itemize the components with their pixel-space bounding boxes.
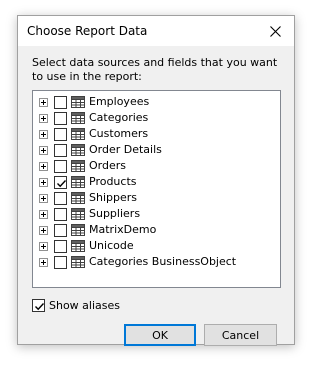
plus-expander-icon[interactable] xyxy=(39,194,48,203)
tree-item-label: Employees xyxy=(89,95,150,108)
table-icon xyxy=(71,208,85,220)
ok-button[interactable]: OK xyxy=(124,324,196,346)
item-checkbox[interactable] xyxy=(54,256,67,269)
tree-item[interactable]: MatrixDemo xyxy=(33,222,280,238)
tree-item-label: Categories BusinessObject xyxy=(89,255,237,268)
show-aliases-label: Show aliases xyxy=(49,299,121,312)
instructions-text: Select data sources and fields that you … xyxy=(32,56,278,83)
tree-item[interactable]: Customers xyxy=(33,126,280,142)
tree-item-label: Products xyxy=(89,175,137,188)
plus-expander-icon[interactable] xyxy=(39,258,48,267)
tree-item[interactable]: Unicode xyxy=(33,238,280,254)
choose-report-data-dialog: Choose Report Data Select data sources a… xyxy=(17,15,295,346)
close-button[interactable] xyxy=(256,16,294,46)
table-icon xyxy=(71,192,85,204)
tree-item-label: Shippers xyxy=(89,191,137,204)
item-checkbox[interactable] xyxy=(54,224,67,237)
show-aliases-check[interactable] xyxy=(32,299,45,312)
show-aliases-checkbox[interactable]: Show aliases xyxy=(32,298,172,314)
plus-expander-icon[interactable] xyxy=(39,98,48,107)
checkmark-icon xyxy=(57,180,67,188)
tree-item-label: Categories xyxy=(89,111,149,124)
table-icon xyxy=(71,240,85,252)
item-checkbox[interactable] xyxy=(54,144,67,157)
tree-item[interactable]: Categories BusinessObject xyxy=(33,254,280,270)
plus-expander-icon[interactable] xyxy=(39,242,48,251)
item-checkbox[interactable] xyxy=(54,96,67,109)
tree-item-label: Unicode xyxy=(89,239,134,252)
table-icon xyxy=(71,256,85,268)
plus-expander-icon[interactable] xyxy=(39,210,48,219)
tree-item[interactable]: Shippers xyxy=(33,190,280,206)
item-checkbox[interactable] xyxy=(54,240,67,253)
tree-item-label: Orders xyxy=(89,159,126,172)
plus-expander-icon[interactable] xyxy=(39,146,48,155)
tree-item-label: Suppliers xyxy=(89,207,141,220)
table-icon xyxy=(71,160,85,172)
table-icon xyxy=(71,96,85,108)
cancel-button[interactable]: Cancel xyxy=(204,324,277,346)
table-icon xyxy=(71,128,85,140)
plus-expander-icon[interactable] xyxy=(39,162,48,171)
item-checkbox[interactable] xyxy=(54,192,67,205)
item-checkbox[interactable] xyxy=(54,176,67,189)
tree-item-label: Order Details xyxy=(89,143,162,156)
tree-item[interactable]: Employees xyxy=(33,94,280,110)
tree-item[interactable]: Order Details xyxy=(33,142,280,158)
tree-item-label: MatrixDemo xyxy=(89,223,157,236)
plus-expander-icon[interactable] xyxy=(39,226,48,235)
table-icon xyxy=(71,224,85,236)
tree-item[interactable]: Orders xyxy=(33,158,280,174)
plus-expander-icon[interactable] xyxy=(39,178,48,187)
item-checkbox[interactable] xyxy=(54,208,67,221)
table-icon xyxy=(71,176,85,188)
item-checkbox[interactable] xyxy=(54,112,67,125)
plus-expander-icon[interactable] xyxy=(39,114,48,123)
checkmark-icon xyxy=(35,303,45,311)
tree-item-label: Customers xyxy=(89,127,149,140)
item-checkbox[interactable] xyxy=(54,128,67,141)
table-icon xyxy=(71,112,85,124)
plus-expander-icon[interactable] xyxy=(39,130,48,139)
dialog-title: Choose Report Data xyxy=(27,24,148,38)
title-bar: Choose Report Data xyxy=(18,16,294,46)
close-icon xyxy=(269,25,281,37)
data-sources-tree[interactable]: Employees Categories Customers Order Detail… xyxy=(32,90,281,288)
item-checkbox[interactable] xyxy=(54,160,67,173)
tree-item[interactable]: Suppliers xyxy=(33,206,280,222)
tree-item[interactable]: Products xyxy=(33,174,280,190)
tree-item[interactable]: Categories xyxy=(33,110,280,126)
table-icon xyxy=(71,144,85,156)
